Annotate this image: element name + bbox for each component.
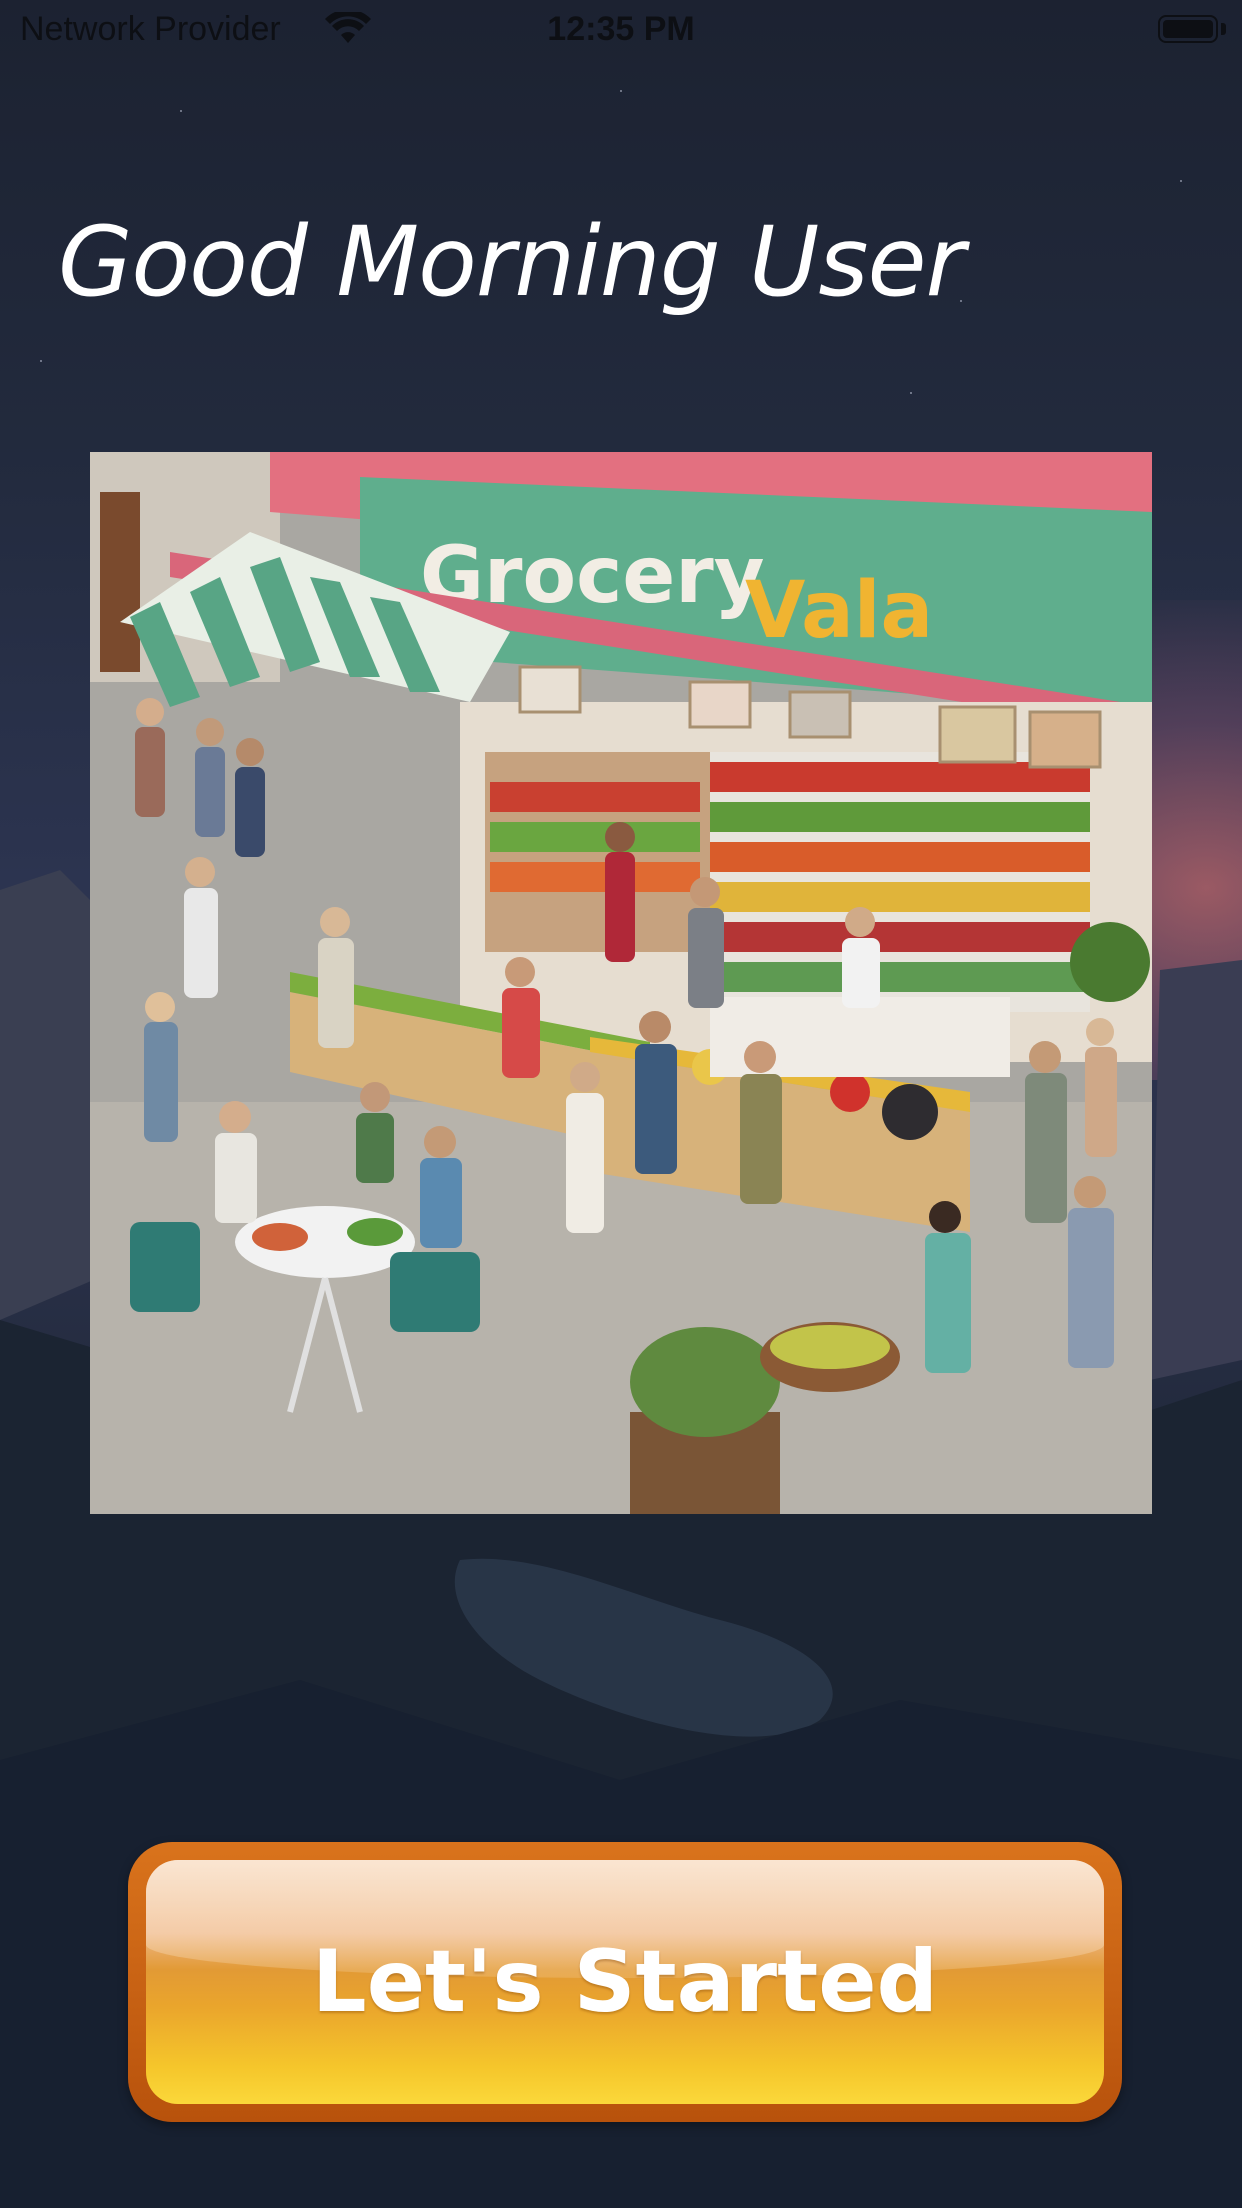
background-star xyxy=(910,392,912,394)
greeting-title: Good Morning User xyxy=(58,206,965,318)
status-time: 12:35 PM xyxy=(547,10,695,48)
background-star xyxy=(620,90,622,92)
battery-cap xyxy=(1221,23,1226,35)
background-star xyxy=(1180,180,1182,182)
app-screen: Network Provider 12:35 PM Good Morning U… xyxy=(0,0,1242,2208)
background-star xyxy=(180,110,182,112)
store-sign-vala: Vala xyxy=(745,566,933,656)
hero-store-image: Grocery Vala xyxy=(90,452,1152,1514)
battery-level xyxy=(1163,20,1213,38)
lets-started-button-label[interactable]: Let's Started xyxy=(146,1860,1104,2104)
background-star xyxy=(40,360,42,362)
grocery-store-illustration: Grocery Vala xyxy=(90,452,1152,1514)
lets-started-button[interactable]: Let's Started xyxy=(128,1842,1122,2122)
lets-started-button-face[interactable]: Let's Started xyxy=(146,1860,1104,2104)
battery-icon xyxy=(1158,15,1218,43)
status-bar: Network Provider 12:35 PM xyxy=(0,0,1242,62)
